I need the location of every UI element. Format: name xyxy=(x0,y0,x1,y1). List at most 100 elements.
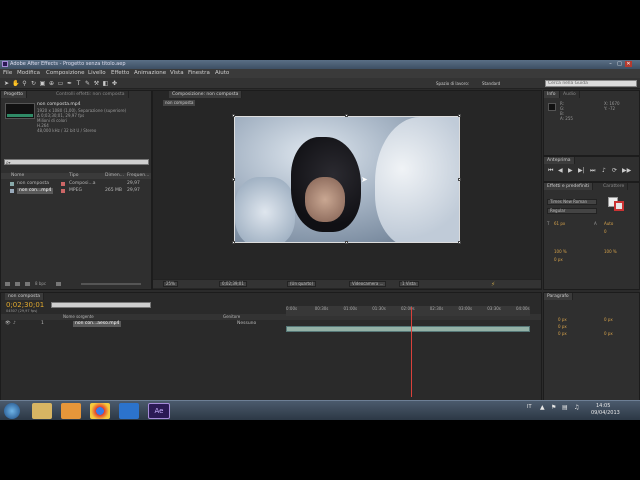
project-row[interactable]: non con...mp4 MPEG 265 MB 29,97 xyxy=(1,188,151,194)
leading-value[interactable]: Auto xyxy=(604,221,613,226)
last-frame-icon[interactable]: ⏭ xyxy=(590,167,595,175)
eraser-tool-icon[interactable]: ◧ xyxy=(102,80,109,87)
show-hidden-icons-icon[interactable]: ▲ xyxy=(540,404,545,411)
visibility-icon[interactable]: 👁 xyxy=(5,321,11,327)
volume-icon[interactable]: ♫ xyxy=(574,404,579,411)
bpc-label[interactable]: 8 bpc xyxy=(35,281,46,287)
audio-icon[interactable]: ♪ xyxy=(602,167,606,174)
resolution-select[interactable]: (Un quarto) xyxy=(287,281,317,287)
tab-project[interactable]: Progetto xyxy=(1,91,28,98)
play-icon[interactable]: ▶ xyxy=(568,167,573,174)
project-row[interactable]: non composta Composi...a 29,97 xyxy=(1,181,151,187)
col-name[interactable]: Nome xyxy=(11,173,24,179)
interpret-footage-icon[interactable] xyxy=(5,282,10,286)
text-tool-icon[interactable]: T xyxy=(75,80,82,87)
shape-tool-icon[interactable]: ▭ xyxy=(57,80,64,87)
menu-aiuto[interactable]: Aiuto xyxy=(215,70,229,76)
stamp-tool-icon[interactable]: ⚒ xyxy=(93,80,100,87)
transform-handle[interactable] xyxy=(345,241,348,244)
tab-preview[interactable]: Anteprima xyxy=(544,157,575,164)
menu-finestra[interactable]: Finestra xyxy=(188,70,210,76)
font-size-value[interactable]: 61 px xyxy=(554,221,565,226)
camera-tool-icon[interactable]: ▣ xyxy=(39,80,46,87)
time-ruler[interactable]: 0:00s 00:30s 01:00s 01:30s 02:00s 02:30s 03:00… xyxy=(286,306,530,316)
audio-toggle-icon[interactable]: ♪ xyxy=(13,321,16,327)
tab-effect-controls[interactable]: Controlli effetti: non composta xyxy=(53,91,129,98)
layer-duration-bar[interactable] xyxy=(286,326,530,332)
loop-icon[interactable]: ⟳ xyxy=(612,167,617,174)
fill-stroke-swatches[interactable] xyxy=(608,197,626,211)
space-after[interactable]: 0 px xyxy=(604,331,613,336)
hand-tool-icon[interactable]: ✋ xyxy=(12,80,19,87)
transform-handle[interactable] xyxy=(232,114,235,117)
col-parent[interactable]: Genitore xyxy=(223,314,240,320)
transform-handle[interactable] xyxy=(345,114,348,117)
indent-right[interactable]: 0 px xyxy=(604,317,613,322)
menu-vista[interactable]: Vista xyxy=(170,70,184,76)
menu-file[interactable]: File xyxy=(3,70,12,76)
tab-effects-presets[interactable]: Effetti e predefiniti xyxy=(544,183,594,190)
camera-select[interactable]: Videocamera ... xyxy=(349,281,387,287)
font-style-select[interactable]: Regular xyxy=(547,208,597,214)
rotate-tool-icon[interactable]: ↻ xyxy=(30,80,37,87)
col-size[interactable]: Dimen... xyxy=(105,173,124,179)
tab-character[interactable]: Carattere xyxy=(600,183,629,190)
transform-handle[interactable] xyxy=(458,178,461,181)
language-indicator[interactable]: IT xyxy=(527,404,532,410)
tab-composition[interactable]: Composizione: non composta xyxy=(169,91,243,98)
previous-frame-icon[interactable]: ◀ xyxy=(558,167,563,174)
tracking-value[interactable]: 0 xyxy=(604,229,607,234)
indent-left[interactable]: 0 px xyxy=(558,317,567,322)
maximize-button[interactable]: □ xyxy=(616,61,623,67)
col-rate[interactable]: Frequen... xyxy=(127,173,149,179)
minimize-button[interactable]: – xyxy=(607,61,614,67)
tab-timeline[interactable]: non composta xyxy=(5,293,44,300)
space-before[interactable]: 0 px xyxy=(558,331,567,336)
font-select[interactable]: Times New Roman xyxy=(547,199,597,205)
timeline-timecode[interactable]: 0;02;30;01 xyxy=(6,301,44,309)
tab-paragraph[interactable]: Paragrafo xyxy=(544,293,573,300)
next-frame-icon[interactable]: ▶| xyxy=(578,167,585,174)
flag-icon[interactable]: ⚑ xyxy=(551,404,556,411)
col-type[interactable]: Tipo xyxy=(69,173,78,179)
zoom-select[interactable]: 25% xyxy=(163,281,178,287)
puppet-tool-icon[interactable]: ✤ xyxy=(111,80,118,87)
fast-preview-icon[interactable]: ⚡ xyxy=(491,281,495,288)
first-frame-icon[interactable]: ⏮ xyxy=(548,167,553,175)
project-search-field[interactable]: ρ▾ xyxy=(4,159,149,165)
clock-date[interactable]: 09/04/2013 xyxy=(591,410,620,416)
help-search-field[interactable]: Cerca nella Guida xyxy=(545,80,637,87)
current-time-indicator[interactable] xyxy=(411,307,413,397)
menu-livello[interactable]: Livello xyxy=(88,70,106,76)
tab-info[interactable]: Info xyxy=(544,91,560,98)
project-scrollbar[interactable] xyxy=(81,283,141,285)
col-source-name[interactable]: Nome sorgente xyxy=(63,314,94,320)
selection-tool-icon[interactable]: ➤ xyxy=(3,80,10,87)
chrome-icon[interactable] xyxy=(90,403,110,419)
comp-subtab[interactable]: non composta xyxy=(163,100,196,106)
trash-icon[interactable] xyxy=(56,282,61,286)
new-composition-icon[interactable] xyxy=(25,282,30,286)
menu-animazione[interactable]: Animazione xyxy=(134,70,166,76)
composition-preview[interactable]: ➤ xyxy=(234,116,460,243)
network-icon[interactable]: ▤ xyxy=(562,404,568,411)
workspace-select[interactable]: Standard xyxy=(482,81,500,86)
internet-explorer-icon[interactable] xyxy=(119,403,139,419)
brush-tool-icon[interactable]: ✎ xyxy=(84,80,91,87)
transform-handle[interactable] xyxy=(458,241,461,244)
indent-first[interactable]: 0 px xyxy=(558,324,567,329)
ram-preview-icon[interactable]: ▶▶ xyxy=(622,167,631,174)
new-folder-icon[interactable] xyxy=(15,282,20,286)
menu-effetto[interactable]: Effetto xyxy=(111,70,129,76)
explorer-icon[interactable] xyxy=(32,403,52,419)
timeline-search-field[interactable] xyxy=(51,302,151,308)
layer-name[interactable]: non con...aeso.mp4 xyxy=(73,321,122,327)
current-time-display[interactable]: 0;02;39;01 xyxy=(219,281,247,287)
transform-handle[interactable] xyxy=(458,114,461,117)
layer-parent[interactable]: Nessuno xyxy=(237,321,256,327)
transform-handle[interactable] xyxy=(232,178,235,181)
media-player-icon[interactable] xyxy=(61,403,81,419)
after-effects-taskbar-icon[interactable]: Ae xyxy=(148,403,170,419)
zoom-tool-icon[interactable]: ⚲ xyxy=(21,80,28,87)
close-button[interactable]: ✕ xyxy=(625,61,632,67)
